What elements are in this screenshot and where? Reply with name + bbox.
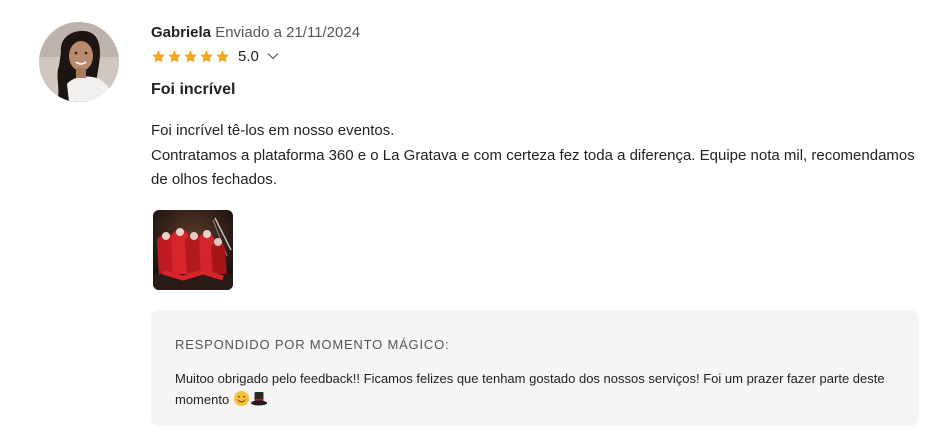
reply-heading: RESPONDIDO POR MOMENTO MÁGICO:: [175, 337, 450, 352]
star-icon: [199, 49, 214, 64]
star-icon: [151, 49, 166, 64]
rating-score: 5.0: [238, 47, 259, 65]
review-body: Foi incrível tê-los em nosso eventos. Co…: [151, 119, 921, 193]
review-body-line: Foi incrível tê-los em nosso eventos.: [151, 122, 395, 139]
reply-body: Muitoo obrigado pelo feedback!! Ficamos …: [175, 368, 895, 413]
rating-row: 5.0: [151, 45, 921, 67]
chevron-down-icon[interactable]: [267, 52, 279, 60]
review-body-line: Contratamos a plataforma 360 e o La Grat…: [151, 146, 915, 189]
owner-reply: RESPONDIDO POR MOMENTO MÁGICO: Muitoo ob…: [151, 310, 919, 426]
star-rating: [151, 49, 230, 64]
smiling-face-icon: [233, 390, 250, 413]
star-icon: [215, 49, 230, 64]
reviewer-avatar: [39, 22, 119, 102]
sent-date: Enviado a 21/11/2024: [215, 24, 361, 41]
review-title: Foi incrível: [151, 81, 236, 98]
star-icon: [167, 49, 182, 64]
author-name: Gabriela: [151, 24, 212, 41]
top-hat-icon: [250, 390, 268, 413]
review-meta: Gabriela Enviado a 21/11/2024: [151, 22, 921, 44]
reply-text: Muitoo obrigado pelo feedback!! Ficamos …: [175, 371, 885, 407]
review-card: Gabriela Enviado a 21/11/2024 5.0 Foi in…: [0, 0, 946, 441]
review-photo[interactable]: [153, 209, 233, 290]
star-icon: [183, 49, 198, 64]
review-content: Gabriela Enviado a 21/11/2024 5.0 Foi in…: [151, 22, 921, 290]
